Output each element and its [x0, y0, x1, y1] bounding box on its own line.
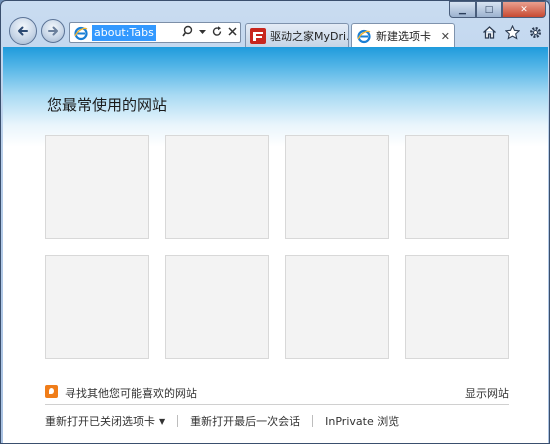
browser-window: ▁ □ ✕ about:Tabs 驱动之家MyDri... 新建选项卡 ✕ 您最…	[0, 0, 550, 444]
stop-icon[interactable]	[227, 25, 238, 38]
close-window-button[interactable]: ✕	[502, 1, 546, 18]
refresh-icon[interactable]	[212, 25, 223, 38]
minimize-button[interactable]: ▁	[449, 1, 476, 18]
dropdown-icon[interactable]	[197, 25, 208, 38]
tab-label: 驱动之家MyDri...	[270, 29, 349, 43]
window-controls: ▁ □ ✕	[449, 1, 546, 18]
tab-label: 新建选项卡	[376, 30, 431, 43]
forward-button[interactable]	[41, 19, 65, 43]
suggestions-bar: 寻找其他您可能喜欢的网站 显示网站	[45, 383, 509, 405]
page-title: 您最常使用的网站	[47, 96, 168, 114]
back-button[interactable]	[9, 17, 37, 45]
gear-icon[interactable]	[528, 25, 543, 40]
site-tile[interactable]	[285, 255, 389, 359]
new-tab-page: 您最常使用的网站 寻找其他您可能喜欢的网站 显示网站 重新打开已关闭选项卡 ▼ …	[3, 47, 548, 443]
site-tile[interactable]	[165, 135, 269, 239]
address-bar[interactable]: about:Tabs	[69, 22, 241, 43]
divider	[177, 415, 179, 427]
chevron-down-icon[interactable]: ▼	[159, 417, 165, 426]
address-tools	[182, 25, 238, 38]
maximize-button[interactable]: □	[476, 1, 502, 18]
session-actions: 重新打开已关闭选项卡 ▼ 重新打开最后一次会话 InPrivate 浏览	[45, 413, 399, 429]
arrow-right-icon	[48, 26, 58, 36]
tab-new-tab[interactable]: 新建选项卡 ✕	[351, 23, 455, 48]
site-tile[interactable]	[165, 255, 269, 359]
suggested-sites-icon	[45, 385, 58, 398]
favorites-star-icon[interactable]	[505, 25, 520, 40]
search-icon[interactable]	[182, 25, 193, 38]
divider	[312, 415, 314, 427]
mydrivers-icon	[250, 27, 266, 44]
site-tile[interactable]	[405, 135, 509, 239]
site-tile[interactable]	[45, 135, 149, 239]
ie-icon	[74, 26, 88, 40]
ie-icon	[357, 29, 371, 44]
suggested-sites-link[interactable]: 寻找其他您可能喜欢的网站	[65, 385, 197, 401]
address-input[interactable]: about:Tabs	[92, 24, 156, 41]
arrow-left-icon	[18, 26, 28, 36]
browser-toolbar	[482, 25, 543, 40]
inprivate-link[interactable]: InPrivate 浏览	[325, 413, 399, 429]
site-tile[interactable]	[405, 255, 509, 359]
browser-chrome: ▁ □ ✕ about:Tabs 驱动之家MyDri... 新建选项卡 ✕	[1, 1, 549, 48]
home-icon[interactable]	[482, 25, 497, 40]
show-sites-link[interactable]: 显示网站	[465, 385, 509, 401]
close-tab-icon[interactable]: ✕	[441, 30, 450, 43]
reopen-last-session-link[interactable]: 重新打开最后一次会话	[190, 413, 300, 429]
reopen-closed-tabs-link[interactable]: 重新打开已关闭选项卡	[45, 413, 155, 429]
site-tile[interactable]	[285, 135, 389, 239]
tab-mydrivers[interactable]: 驱动之家MyDri...	[245, 23, 349, 47]
site-tile[interactable]	[45, 255, 149, 359]
